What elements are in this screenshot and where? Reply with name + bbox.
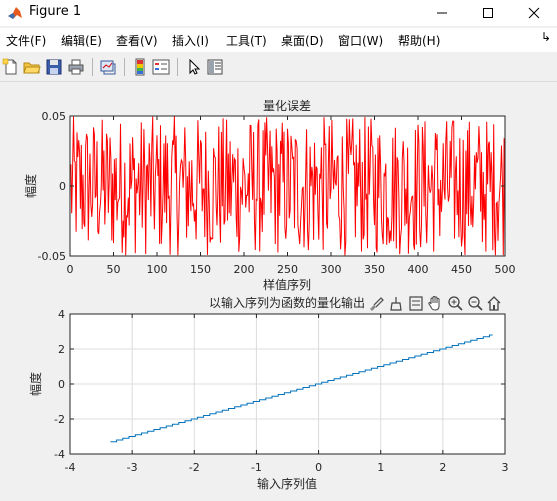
axes2-xtick-label: 2 bbox=[439, 461, 446, 474]
menu-help[interactable]: 帮助(H) bbox=[398, 32, 440, 49]
menu-window[interactable]: 窗口(W) bbox=[338, 32, 383, 49]
menu-edit[interactable]: 编辑(E) bbox=[61, 32, 102, 49]
menu-bar: 文件(F) 编辑(E) 查看(V) 插入(I) 工具(T) 桌面(D) 窗口(W… bbox=[0, 28, 557, 52]
axes2-xtick-label: -1 bbox=[251, 461, 262, 474]
legend-icon[interactable] bbox=[152, 58, 170, 76]
new-figure-icon[interactable] bbox=[2, 58, 20, 76]
axes1-xtick-label: 150 bbox=[190, 263, 211, 276]
close-button[interactable] bbox=[511, 0, 557, 26]
menu-tools[interactable]: 工具(T) bbox=[226, 32, 267, 49]
colorbar-icon[interactable] bbox=[131, 58, 149, 76]
open-file-icon[interactable] bbox=[23, 58, 41, 76]
print-icon[interactable] bbox=[67, 58, 85, 76]
axes2-xtick-label: 3 bbox=[502, 461, 509, 474]
home-icon[interactable] bbox=[487, 296, 501, 311]
menu-file[interactable]: 文件(F) bbox=[6, 32, 46, 49]
axes1-xtick-label: 400 bbox=[408, 263, 429, 276]
axes1-xtick-label: 300 bbox=[321, 263, 342, 276]
axes1-xtick-label: 0 bbox=[67, 263, 74, 276]
save-icon[interactable] bbox=[45, 58, 63, 76]
axes2-ytick-label: 2 bbox=[58, 343, 65, 356]
axes-toolbar bbox=[370, 295, 501, 311]
zoom-out-icon[interactable] bbox=[468, 296, 483, 311]
toolbar bbox=[0, 53, 557, 82]
axes2-ytick-label: 0 bbox=[58, 378, 65, 391]
axes1-ytick-label: 0 bbox=[59, 180, 66, 193]
axes2-xtick-label: -2 bbox=[189, 461, 200, 474]
maximize-button[interactable] bbox=[465, 0, 511, 26]
axes1-ytick-label: 0.05 bbox=[42, 110, 67, 123]
property-inspector-icon[interactable] bbox=[206, 58, 224, 76]
matlab-icon bbox=[8, 7, 22, 19]
axes1-title: 量化误差 bbox=[263, 99, 311, 113]
axes2-ytick-label: -4 bbox=[54, 448, 65, 461]
axes-quantization-error[interactable]: 量化误差 0 50 100 150 200 250 300 350 400 450 500 -0.0… bbox=[23, 99, 516, 292]
axes2-xtick-label: 0 bbox=[315, 461, 322, 474]
axes2-xtick-label: -4 bbox=[65, 461, 76, 474]
menu-view[interactable]: 查看(V) bbox=[116, 32, 158, 49]
axes1-xtick-label: 100 bbox=[147, 263, 168, 276]
axes1-xtick-label: 50 bbox=[107, 263, 121, 276]
axes2-xtick-label: -3 bbox=[127, 461, 138, 474]
pan-icon[interactable] bbox=[428, 295, 440, 311]
toolbar-separator bbox=[92, 58, 93, 76]
zoom-in-icon[interactable] bbox=[448, 296, 463, 311]
toolbar-separator bbox=[177, 58, 178, 76]
axes-quantized-output[interactable]: -4 -3 -2 -1 0 1 2 3 -4 -2 0 2 4 输入序列值 幅度 以输入序列为函数的量… bbox=[28, 295, 509, 491]
menu-overflow-icon[interactable]: ↳ bbox=[541, 30, 551, 44]
brush-icon[interactable] bbox=[370, 297, 384, 311]
axes1-xtick-label: 250 bbox=[277, 263, 298, 276]
title-bar: Figure 1 bbox=[0, 0, 557, 26]
maximize-icon bbox=[483, 8, 493, 18]
data-tips-icon[interactable] bbox=[390, 297, 402, 311]
pointer-icon[interactable] bbox=[185, 58, 203, 76]
axes1-xlabel: 样值序列 bbox=[263, 277, 311, 292]
axes1-xtick-label: 350 bbox=[364, 263, 385, 276]
link-plot-icon[interactable] bbox=[99, 58, 117, 76]
axes1-xtick-label: 200 bbox=[234, 263, 255, 276]
window-title: Figure 1 bbox=[29, 4, 82, 19]
axes2-ytick-label: -2 bbox=[54, 413, 65, 426]
axes1-xtick-label: 500 bbox=[495, 263, 516, 276]
axes2-ylabel: 幅度 bbox=[28, 372, 43, 396]
axes2-xtick-label: 1 bbox=[377, 461, 384, 474]
toolbar-separator bbox=[124, 58, 125, 76]
axes1-ylabel: 幅度 bbox=[23, 174, 38, 198]
axes1-xtick-label: 450 bbox=[451, 263, 472, 276]
menu-insert[interactable]: 插入(I) bbox=[172, 32, 209, 49]
close-icon bbox=[528, 7, 540, 19]
minimize-button[interactable] bbox=[419, 0, 465, 26]
axes1-ytick-label: -0.05 bbox=[38, 250, 66, 263]
minimize-icon bbox=[437, 12, 447, 14]
figure-canvas[interactable]: 量化误差 0 50 100 150 200 250 300 350 400 450 500 -0.0… bbox=[0, 82, 557, 501]
axes2-xlabel: 输入序列值 bbox=[257, 476, 317, 491]
legend-toggle-icon[interactable] bbox=[409, 296, 423, 311]
axes2-ytick-label: 4 bbox=[58, 308, 65, 321]
axes2-title: 以输入序列为函数的量化输出 bbox=[209, 295, 365, 310]
menu-desktop[interactable]: 桌面(D) bbox=[281, 32, 324, 49]
